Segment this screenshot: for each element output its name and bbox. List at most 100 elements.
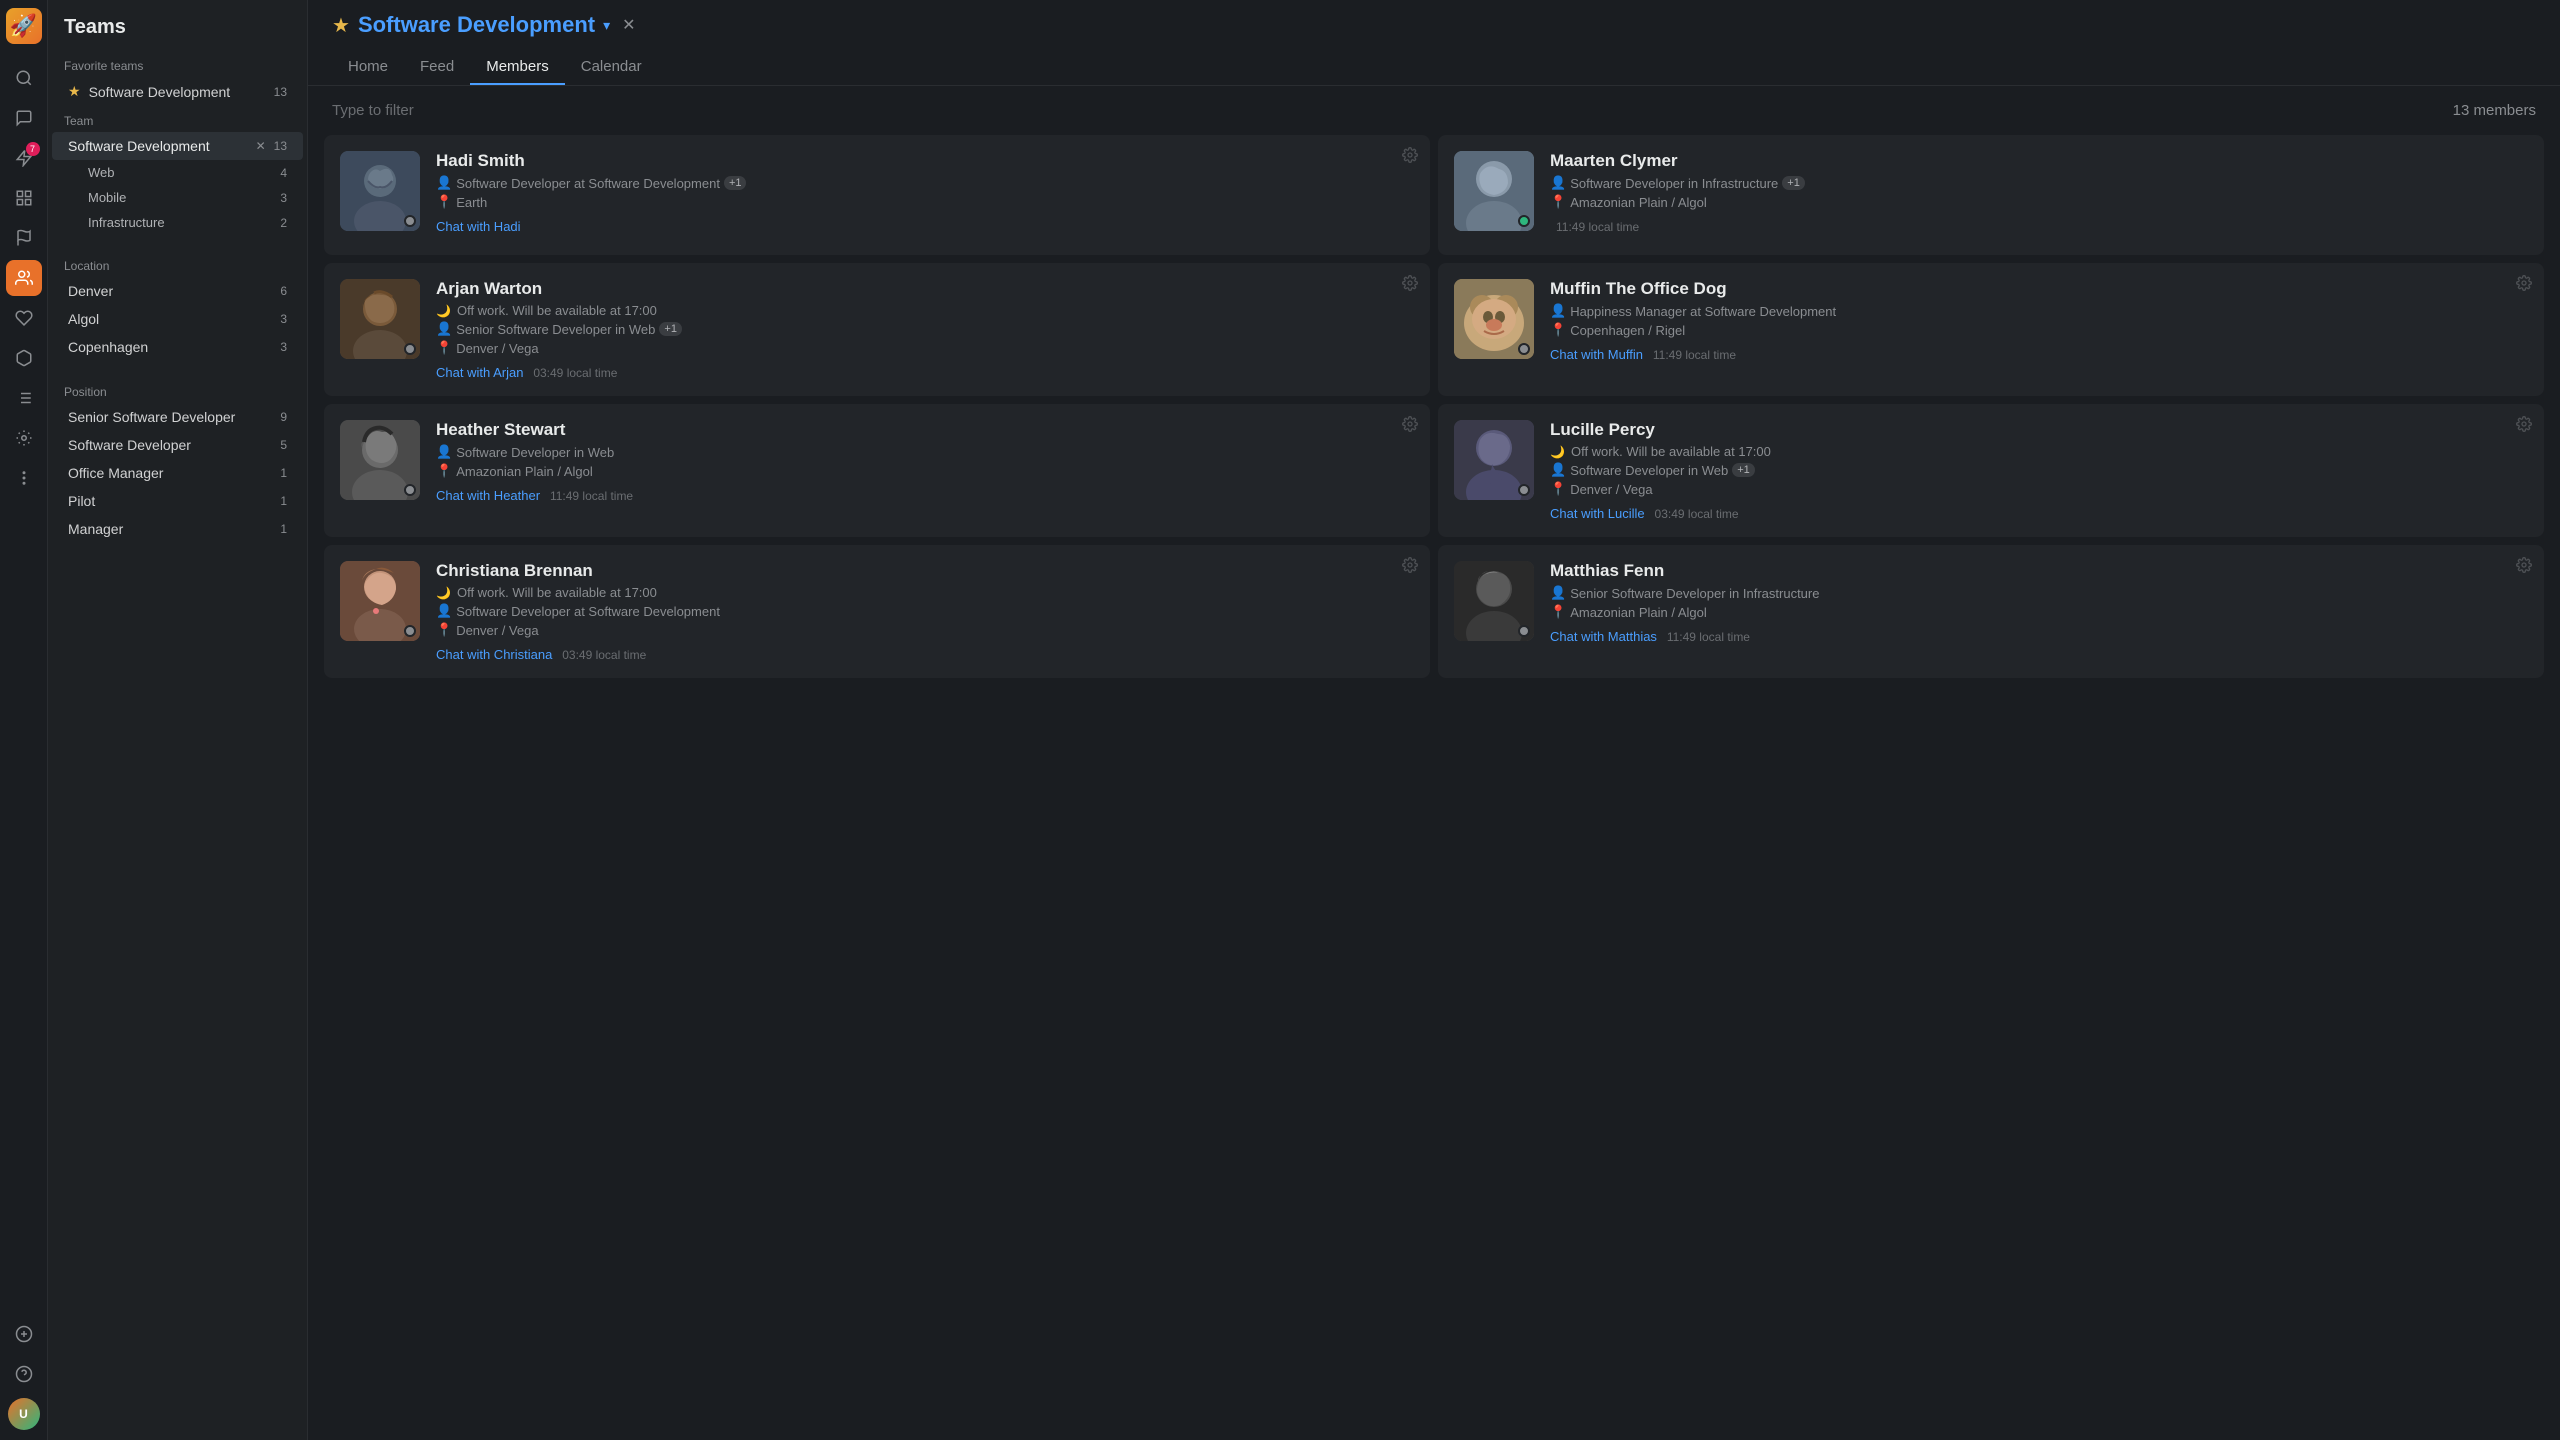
filter-input[interactable]: [332, 102, 632, 119]
members-row-4: Christiana Brennan 🌙 Off work. Will be a…: [324, 545, 2544, 678]
member-card-heather-stewart[interactable]: Heather Stewart 👤 Software Developer in …: [324, 404, 1430, 537]
tab-calendar[interactable]: Calendar: [565, 50, 658, 85]
member-location-christiana: 📍 Denver / Vega: [436, 622, 1414, 638]
main-header: ★ Software Development ▾ ✕ Home Feed Mem…: [308, 0, 2560, 86]
member-card-matthias-fenn[interactable]: Matthias Fenn 👤 Senior Software Develope…: [1438, 545, 2544, 678]
status-dot-maarten: [1518, 215, 1530, 227]
location-icon-arjan: 📍: [436, 340, 452, 356]
avatar-hadi-smith: [340, 151, 420, 231]
members-row-2: Arjan Warton 🌙 Off work. Will be availab…: [324, 263, 2544, 396]
puzzle-nav-icon[interactable]: [6, 300, 42, 336]
member-card-arjan-warton[interactable]: Arjan Warton 🌙 Off work. Will be availab…: [324, 263, 1430, 396]
sidebar-sub-web[interactable]: Web 4: [52, 160, 303, 185]
position-office-manager-name: Office Manager: [68, 465, 280, 481]
member-info-christiana: Christiana Brennan 🌙 Off work. Will be a…: [436, 561, 1414, 662]
card-action-hadi[interactable]: [1402, 147, 1418, 168]
avatar-matthias-fenn: [1454, 561, 1534, 641]
active-team-count: 13: [274, 139, 287, 153]
more-nav-icon[interactable]: [6, 460, 42, 496]
role-icon-lucille: 👤: [1550, 462, 1566, 478]
member-name-lucille: Lucille Percy: [1550, 420, 2528, 440]
member-card-muffin[interactable]: Muffin The Office Dog 👤 Happiness Manage…: [1438, 263, 2544, 396]
chat-link-arjan[interactable]: Chat with Arjan: [436, 365, 523, 380]
tab-members[interactable]: Members: [470, 50, 565, 85]
team-title-name[interactable]: Software Development: [358, 12, 595, 38]
role-plus-maarten: +1: [1782, 176, 1805, 190]
member-name-matthias: Matthias Fenn: [1550, 561, 2528, 581]
sidebar-location-algol[interactable]: Algol 3: [52, 305, 303, 333]
member-info-maarten: Maarten Clymer 👤 Software Developer in I…: [1550, 151, 2528, 239]
sidebar-item-software-dev-favorite[interactable]: ★ Software Development 13: [52, 77, 303, 106]
sidebar-active-team[interactable]: Software Development ✕ 13: [52, 132, 303, 160]
star-icon: ★: [68, 83, 81, 100]
member-name-arjan: Arjan Warton: [436, 279, 1414, 299]
people-nav-icon[interactable]: [6, 260, 42, 296]
sidebar-position-senior-dev[interactable]: Senior Software Developer 9: [52, 403, 303, 431]
help-nav-icon[interactable]: [6, 1356, 42, 1392]
sidebar-position-pilot[interactable]: Pilot 1: [52, 487, 303, 515]
team-dropdown-icon[interactable]: ▾: [603, 17, 610, 34]
location-icon-maarten: 📍: [1550, 194, 1566, 210]
user-avatar-icon[interactable]: U: [6, 1396, 42, 1432]
sidebar-sub-infrastructure[interactable]: Infrastructure 2: [52, 210, 303, 235]
member-location-maarten: 📍 Amazonian Plain / Algol: [1550, 194, 2528, 210]
chat-link-christiana[interactable]: Chat with Christiana: [436, 647, 552, 662]
card-action-matthias[interactable]: [2516, 557, 2532, 578]
members-count: 13 members: [2453, 102, 2536, 119]
box-nav-icon[interactable]: [6, 340, 42, 376]
members-row-1: Hadi Smith 👤 Software Developer at Softw…: [324, 135, 2544, 255]
chat-link-hadi[interactable]: Chat with Hadi: [436, 219, 521, 234]
chat-link-muffin[interactable]: Chat with Muffin: [1550, 347, 1643, 362]
local-time-lucille: 03:49 local time: [1655, 507, 1739, 521]
member-status-arjan: 🌙 Off work. Will be available at 17:00: [436, 303, 1414, 318]
sub-infrastructure-count: 2: [280, 216, 287, 230]
filter-bar: 13 members: [308, 86, 2560, 135]
favorite-item-count: 13: [274, 85, 287, 99]
tab-home[interactable]: Home: [332, 50, 404, 85]
position-pilot-count: 1: [280, 494, 287, 508]
member-card-lucille-percy[interactable]: Lucille Percy 🌙 Off work. Will be availa…: [1438, 404, 2544, 537]
sidebar-location-copenhagen[interactable]: Copenhagen 3: [52, 333, 303, 361]
card-action-muffin[interactable]: [2516, 275, 2532, 296]
role-icon-hadi: 👤: [436, 175, 452, 191]
card-action-arjan[interactable]: [1402, 275, 1418, 296]
tab-feed[interactable]: Feed: [404, 50, 470, 85]
member-card-hadi-smith[interactable]: Hadi Smith 👤 Software Developer at Softw…: [324, 135, 1430, 255]
sidebar-location-denver[interactable]: Denver 6: [52, 277, 303, 305]
flag-nav-icon[interactable]: [6, 220, 42, 256]
activity-nav-icon[interactable]: 7: [6, 140, 42, 176]
search-nav-icon[interactable]: [6, 60, 42, 96]
settings-nav-icon[interactable]: [6, 420, 42, 456]
location-icon-lucille: 📍: [1550, 481, 1566, 497]
chat-link-heather[interactable]: Chat with Heather: [436, 488, 540, 503]
sidebar-position-office-manager[interactable]: Office Manager 1: [52, 459, 303, 487]
sidebar-position-dev[interactable]: Software Developer 5: [52, 431, 303, 459]
card-action-lucille[interactable]: [2516, 416, 2532, 437]
sub-infrastructure-name: Infrastructure: [88, 215, 280, 230]
card-action-heather[interactable]: [1402, 416, 1418, 437]
member-card-christiana-brennan[interactable]: Christiana Brennan 🌙 Off work. Will be a…: [324, 545, 1430, 678]
sidebar-position-manager[interactable]: Manager 1: [52, 515, 303, 543]
member-name-christiana: Christiana Brennan: [436, 561, 1414, 581]
card-action-christiana[interactable]: [1402, 557, 1418, 578]
position-senior-dev-name: Senior Software Developer: [68, 409, 280, 425]
sidebar-sub-mobile[interactable]: Mobile 3: [52, 185, 303, 210]
member-info-matthias: Matthias Fenn 👤 Senior Software Develope…: [1550, 561, 2528, 662]
chat-link-matthias[interactable]: Chat with Matthias: [1550, 629, 1657, 644]
location-icon-matthias: 📍: [1550, 604, 1566, 620]
close-team-icon[interactable]: ✕: [256, 139, 266, 153]
list-nav-icon[interactable]: [6, 380, 42, 416]
position-manager-count: 1: [280, 522, 287, 536]
member-card-maarten-clymer[interactable]: Maarten Clymer 👤 Software Developer in I…: [1438, 135, 2544, 255]
position-dev-count: 5: [280, 438, 287, 452]
chat-link-lucille[interactable]: Chat with Lucille: [1550, 506, 1645, 521]
add-nav-icon[interactable]: [6, 1316, 42, 1352]
favorite-item-name: Software Development: [89, 84, 274, 100]
grid-nav-icon[interactable]: [6, 180, 42, 216]
member-name-hadi: Hadi Smith: [436, 151, 1414, 171]
sub-web-name: Web: [88, 165, 280, 180]
members-row-3: Heather Stewart 👤 Software Developer in …: [324, 404, 2544, 537]
app-logo[interactable]: 🚀: [6, 8, 42, 44]
team-close-icon[interactable]: ✕: [622, 15, 635, 35]
chat-nav-icon[interactable]: [6, 100, 42, 136]
